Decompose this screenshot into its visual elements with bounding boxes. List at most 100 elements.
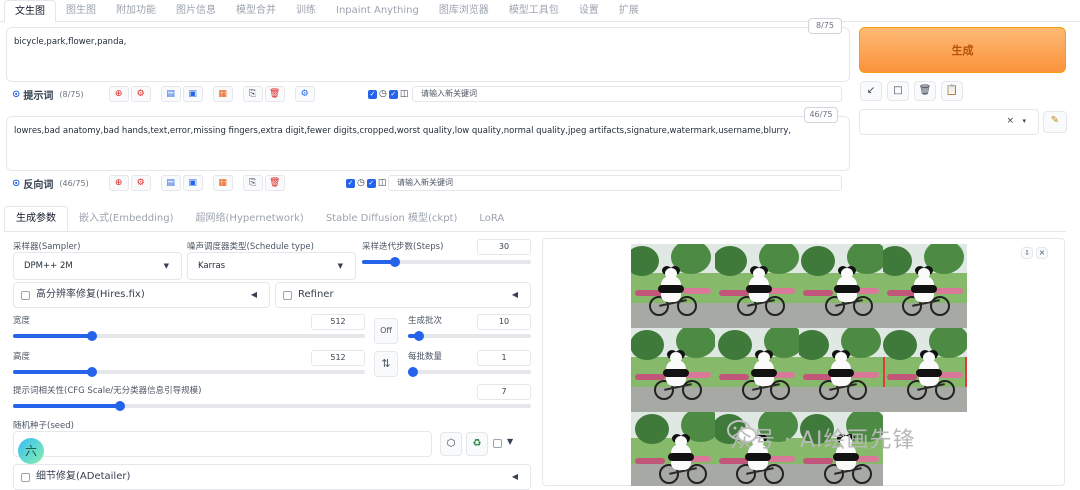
checkbox-icon[interactable]: ✓ — [366, 178, 376, 188]
gallery-thumbnail[interactable] — [799, 328, 883, 412]
adetailer-checkbox[interactable] — [21, 473, 30, 482]
generate-button[interactable]: 生成 — [859, 27, 1066, 73]
tab-extras[interactable]: 附加功能 — [106, 0, 166, 22]
batch-count-slider[interactable] — [408, 331, 531, 341]
negative-prompt-input[interactable]: lowres,bad anatomy,bad hands,text,error,… — [6, 116, 850, 171]
extra-seed-checkbox[interactable] — [493, 439, 502, 448]
globe-icon[interactable]: ⊕ — [108, 86, 129, 102]
download-icon[interactable]: ⇩ — [1021, 247, 1033, 259]
square-icon[interactable]: □ — [887, 81, 909, 101]
tab-train[interactable]: 训练 — [286, 0, 326, 22]
batch-count-number[interactable]: 10 — [477, 314, 531, 330]
sampler-select[interactable]: DPM++ 2M ▼ — [13, 252, 182, 280]
gallery-thumbnail[interactable] — [631, 328, 715, 412]
gallery-thumbnail[interactable] — [631, 244, 715, 328]
clipboard-icon[interactable]: 📋 — [941, 81, 963, 101]
tab-png-info[interactable]: 图片信息 — [166, 0, 226, 22]
tab-img2img[interactable]: 图生图 — [56, 0, 106, 22]
panel-icon[interactable]: ◫ — [378, 178, 387, 188]
gallery-thumbnail[interactable] — [631, 412, 715, 486]
grid-icon[interactable]: ▦ — [212, 86, 233, 102]
list-icon[interactable]: ▤ — [160, 175, 181, 191]
prompt-label[interactable]: ⊙ 提示词 — [12, 87, 53, 102]
dice-icon[interactable]: ⬡ — [440, 432, 462, 456]
tab-checkpoint[interactable]: Stable Diffusion 模型(ckpt) — [315, 207, 469, 231]
tab-checkpoint-merger[interactable]: 模型合并 — [226, 0, 286, 22]
slider-handle[interactable] — [408, 367, 418, 377]
steps-number[interactable]: 30 — [477, 239, 531, 255]
trash-icon[interactable]: 🗑 — [264, 86, 285, 102]
list-icon[interactable]: ▤ — [160, 86, 181, 102]
clear-icon[interactable]: × — [1006, 116, 1014, 126]
recycle-icon[interactable]: ♻ — [466, 432, 488, 456]
gallery-thumbnail[interactable] — [715, 244, 799, 328]
tab-generation[interactable]: 生成参数 — [4, 206, 68, 232]
copy-icon[interactable]: ⎘ — [242, 86, 263, 102]
checkbox-icon[interactable]: ✓ — [388, 89, 398, 99]
slider-handle[interactable] — [389, 257, 400, 267]
batch-size-number[interactable]: 1 — [477, 350, 531, 366]
refiner-accordion[interactable]: Refiner ◀ — [275, 282, 531, 308]
gallery-thumbnail[interactable] — [883, 328, 967, 412]
off-button[interactable]: Off — [374, 318, 398, 344]
checkbox-icon[interactable]: ✓ — [346, 178, 355, 188]
cfg-label: 提示词相关性(CFG Scale/无分类器信息引导规模) — [13, 386, 202, 396]
trash-icon[interactable]: 🗑 — [914, 81, 936, 101]
negative-keyword-input[interactable]: 请输入新关键词 — [388, 175, 842, 191]
tab-settings[interactable]: 设置 — [569, 0, 609, 22]
schedule-select[interactable]: Karras ▼ — [187, 252, 356, 280]
bookmark-icon[interactable]: ▣ — [182, 175, 203, 191]
slider-handle[interactable] — [414, 331, 425, 341]
triangle-down-icon[interactable]: ▼ — [507, 437, 513, 446]
tab-inpaint-anything[interactable]: Inpaint Anything — [326, 0, 429, 22]
settings-blue-icon[interactable]: ⚙ — [294, 86, 315, 102]
cfg-number[interactable]: 7 — [477, 384, 531, 400]
gear-icon[interactable]: ⚙ — [130, 175, 151, 191]
style-select[interactable]: × ▾ — [859, 109, 1039, 135]
hires-fix-checkbox[interactable] — [21, 291, 30, 300]
grid-icon[interactable]: ▦ — [212, 175, 233, 191]
height-number[interactable]: 512 — [311, 350, 365, 366]
gallery-thumbnail[interactable] — [883, 244, 967, 328]
globe-icon[interactable]: ⊕ — [108, 175, 129, 191]
trash-icon[interactable]: 🗑 — [264, 175, 285, 191]
cfg-slider[interactable] — [13, 401, 531, 411]
copy-icon[interactable]: ⎘ — [242, 175, 263, 191]
steps-label: 采样迭代步数(Steps) — [362, 242, 444, 252]
width-label: 宽度 — [13, 316, 31, 326]
gear-icon[interactable]: ⚙ — [130, 86, 151, 102]
batch-size-slider[interactable] — [408, 367, 531, 377]
slider-handle[interactable] — [87, 367, 98, 377]
prompt-input[interactable]: bicycle,park,flower,panda, — [6, 27, 850, 82]
seed-input[interactable] — [13, 431, 432, 457]
gallery-thumbnail[interactable] — [715, 328, 799, 412]
pencil-icon[interactable]: ✎ — [1043, 111, 1067, 133]
tab-txt2img[interactable]: 文生图 — [4, 0, 56, 23]
tab-lora[interactable]: LoRA — [468, 207, 515, 231]
slider-handle[interactable] — [115, 401, 126, 411]
tab-hypernetwork[interactable]: 超网络(Hypernetwork) — [185, 207, 315, 231]
swap-dimensions-button[interactable]: ⇅ — [374, 351, 398, 377]
adetailer-accordion[interactable]: 细节修复(ADetailer) ◀ — [13, 464, 531, 490]
tab-image-browser[interactable]: 图库浏览器 — [429, 0, 499, 22]
close-icon[interactable]: × — [1036, 247, 1048, 259]
read-params-icon[interactable]: ↙ — [860, 81, 882, 101]
history-icon[interactable]: ◷ — [379, 89, 387, 99]
history-icon[interactable]: ◷ — [357, 178, 365, 188]
width-slider[interactable] — [13, 331, 365, 341]
height-slider[interactable] — [13, 367, 365, 377]
keyword-input[interactable]: 请输入新关键词 — [412, 86, 842, 102]
tab-model-toolkit[interactable]: 模型工具包 — [499, 0, 569, 22]
hires-fix-accordion[interactable]: 高分辨率修复(Hires.fix) ◀ — [13, 282, 270, 308]
negative-label[interactable]: ⊙ 反向词 — [12, 176, 53, 191]
tab-embedding[interactable]: 嵌入式(Embedding) — [68, 207, 185, 231]
checkbox-icon[interactable]: ✓ — [368, 89, 377, 99]
width-number[interactable]: 512 — [311, 314, 365, 330]
slider-handle[interactable] — [87, 331, 98, 341]
bookmark-icon[interactable]: ▣ — [182, 86, 203, 102]
steps-slider[interactable] — [362, 257, 531, 267]
gallery-thumbnail[interactable] — [799, 244, 883, 328]
refiner-checkbox[interactable] — [283, 291, 292, 300]
panel-icon[interactable]: ◫ — [400, 89, 409, 99]
tab-extensions[interactable]: 扩展 — [609, 0, 649, 22]
